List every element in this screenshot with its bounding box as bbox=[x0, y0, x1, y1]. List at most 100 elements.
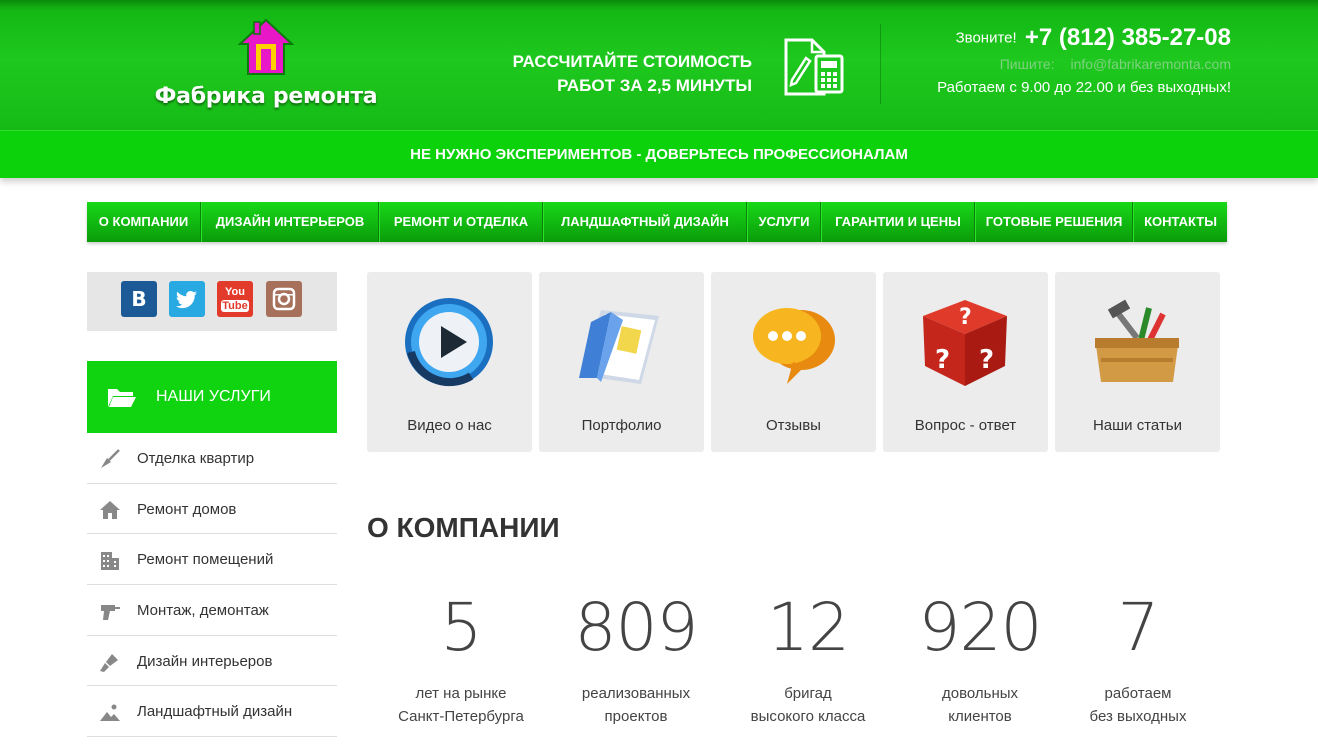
main-nav: О КОМПАНИИ ДИЗАЙН ИНТЕРЬЕРОВ РЕМОНТ И ОТ… bbox=[87, 202, 1227, 242]
stat-caption: довольных клиентов bbox=[894, 682, 1066, 728]
nav-item-solutions[interactable]: ГОТОВЫЕ РЕШЕНИЯ bbox=[975, 202, 1133, 242]
svg-text:?: ? bbox=[935, 345, 950, 375]
header-divider bbox=[880, 24, 881, 104]
stat-caption-line: довольных bbox=[941, 685, 1019, 702]
sidebar-item-installation[interactable]: Монтаж, демонтаж bbox=[87, 585, 337, 636]
tile-portfolio[interactable]: Портфолио bbox=[539, 272, 704, 452]
sidebar-item-label: Отделка квартир bbox=[137, 450, 255, 467]
svg-text:?: ? bbox=[959, 305, 972, 330]
tile-label: Портфолио bbox=[581, 417, 662, 434]
stat-projects: 809 реализованных проектов bbox=[550, 590, 722, 728]
stat-caption-line: без выходных bbox=[1089, 708, 1187, 725]
folder-open-icon bbox=[108, 389, 136, 407]
about-title: О КОМПАНИИ bbox=[367, 512, 560, 543]
stat-caption: бригад высокого класса bbox=[722, 682, 894, 728]
portfolio-folder-icon bbox=[579, 310, 659, 384]
stat-caption-line: проектов bbox=[604, 708, 668, 725]
cost-calculator-link[interactable]: РАССЧИТАЙТЕ СТОИМОСТЬ РАБОТ ЗА 2,5 МИНУТ… bbox=[470, 50, 752, 98]
stat-caption-line: лет на рынке bbox=[415, 685, 507, 702]
email-link[interactable]: info@fabrikaremonta.com bbox=[1070, 56, 1231, 72]
services-list: Отделка квартир Ремонт домов Ремонт поме… bbox=[87, 433, 337, 738]
sidebar-item-interior-design[interactable]: Дизайн интерьеров bbox=[87, 636, 337, 687]
services-title: НАШИ УСЛУГИ bbox=[156, 388, 271, 405]
video-play-icon bbox=[405, 298, 493, 387]
nav-item-prices[interactable]: ГАРАНТИИ И ЦЕНЫ bbox=[821, 202, 975, 242]
stat-value: 5 bbox=[440, 589, 483, 666]
stat-caption-line: Санкт-Петербурга bbox=[398, 708, 524, 725]
stat-value: 12 bbox=[767, 589, 850, 666]
toolbox-icon bbox=[1095, 299, 1179, 382]
sidebar-item-label: Ландшафтный дизайн bbox=[137, 703, 293, 721]
house-icon bbox=[100, 500, 120, 519]
nav-item-renovation[interactable]: РЕМОНТ И ОТДЕЛКА bbox=[379, 202, 543, 242]
write-label: Пишите: bbox=[999, 56, 1055, 72]
trowel-icon bbox=[101, 449, 120, 468]
stat-value: 920 bbox=[918, 589, 1043, 666]
nav-item-services[interactable]: УСЛУГИ bbox=[747, 202, 821, 242]
sidebar-item-landscape-design[interactable]: Ландшафтный дизайн bbox=[87, 686, 337, 738]
nav-item-landscape[interactable]: ЛАНДШАФТНЫЙ ДИЗАЙН bbox=[543, 202, 747, 242]
tile-video[interactable]: Видео о нас bbox=[367, 272, 532, 452]
sidebar-item-label: Ремонт помещений bbox=[137, 551, 274, 569]
working-hours: Работаем с 9.00 до 22.00 и без выходных! bbox=[937, 79, 1231, 96]
svg-text:?: ? bbox=[979, 345, 994, 375]
stat-clients: 920 довольных клиентов bbox=[894, 590, 1066, 728]
landscape-icon bbox=[100, 704, 120, 722]
sidebar-item-apartment-finishing[interactable]: Отделка квартир bbox=[87, 433, 337, 484]
site-logo[interactable]: Фабрика ремонта bbox=[146, 18, 386, 113]
stat-caption-line: реализованных bbox=[581, 685, 691, 702]
tile-label: Вопрос - ответ bbox=[914, 417, 1017, 434]
logo-text: Фабрика ремонта bbox=[154, 84, 378, 109]
stat-years: 5 лет на рынке Санкт-Петербурга bbox=[375, 590, 547, 728]
sidebar-item-label: Монтаж, демонтаж bbox=[137, 602, 269, 620]
stat-value: 809 bbox=[574, 589, 699, 666]
calculator-document-icon[interactable] bbox=[778, 36, 848, 98]
stat-caption-line: бригад bbox=[784, 685, 832, 702]
stat-days: 7 работаем без выходных bbox=[1052, 590, 1224, 728]
social-links: B You Tube bbox=[87, 272, 337, 331]
nav-item-about[interactable]: О КОМПАНИИ bbox=[87, 202, 201, 242]
stat-caption: реализованных проектов bbox=[550, 682, 722, 728]
tile-label: Отзывы bbox=[766, 417, 821, 434]
stat-teams: 12 бригад высокого класса bbox=[722, 590, 894, 728]
tile-reviews[interactable]: Отзывы bbox=[711, 272, 876, 452]
tile-label: Видео о нас bbox=[407, 417, 492, 434]
youtube-tube: Tube bbox=[221, 300, 249, 312]
question-dice-icon: ? ? ? bbox=[923, 300, 1007, 386]
stat-caption-line: клиентов bbox=[948, 708, 1012, 725]
tile-label: Наши статьи bbox=[1092, 417, 1183, 434]
youtube-you: You bbox=[225, 286, 245, 298]
calc-line-1: РАССЧИТАЙТЕ СТОИМОСТЬ bbox=[512, 52, 752, 71]
email-row: Пишите: info@fabrikaremonta.com bbox=[937, 56, 1231, 76]
youtube-icon[interactable]: You Tube bbox=[217, 281, 253, 317]
nav-item-contacts[interactable]: КОНТАКТЫ bbox=[1133, 202, 1227, 242]
stat-caption-line: высокого класса bbox=[750, 708, 866, 725]
sidebar-item-label: Ремонт домов bbox=[137, 500, 237, 518]
calc-line-2: РАБОТ ЗА 2,5 МИНУТЫ bbox=[557, 76, 752, 95]
sidebar-item-premises-renovation[interactable]: Ремонт помещений bbox=[87, 534, 337, 586]
slogan-bar: НЕ НУЖНО ЭКСПЕРИМЕНТОВ - ДОВЕРЬТЕСЬ ПРОФ… bbox=[0, 130, 1318, 178]
reviews-bubble-icon bbox=[753, 308, 835, 384]
site-header: Фабрика ремонта РАССЧИТАЙТЕ СТОИМОСТЬ РА… bbox=[0, 0, 1318, 130]
phone-number[interactable]: +7 (812) 385-27-08 bbox=[1025, 24, 1231, 51]
header-contacts: Звоните! +7 (812) 385-27-08 Пишите: info… bbox=[937, 24, 1231, 96]
feature-tiles: Видео о нас Портфолио Отзывы ? ? ? Вопро… bbox=[367, 272, 1227, 452]
instagram-icon[interactable] bbox=[266, 281, 302, 317]
stat-caption: работаем без выходных bbox=[1052, 682, 1224, 728]
brush-icon bbox=[100, 653, 118, 672]
tile-faq[interactable]: ? ? ? Вопрос - ответ bbox=[883, 272, 1048, 452]
stat-caption-line: работаем bbox=[1104, 685, 1172, 702]
twitter-icon[interactable] bbox=[169, 281, 205, 317]
vk-icon[interactable]: B bbox=[121, 281, 157, 317]
building-icon bbox=[101, 552, 119, 571]
stat-caption: лет на рынке Санкт-Петербурга bbox=[375, 682, 547, 728]
sidebar-item-label: Дизайн интерьеров bbox=[137, 652, 273, 670]
stat-value: 7 bbox=[1117, 589, 1160, 666]
logo-house-icon bbox=[238, 18, 294, 75]
tile-articles[interactable]: Наши статьи bbox=[1055, 272, 1220, 452]
nav-item-interior-design[interactable]: ДИЗАЙН ИНТЕРЬЕРОВ bbox=[201, 202, 379, 242]
call-label: Звоните! bbox=[955, 29, 1017, 47]
drill-icon bbox=[101, 605, 120, 621]
services-header[interactable]: НАШИ УСЛУГИ bbox=[87, 361, 337, 433]
sidebar-item-house-renovation[interactable]: Ремонт домов bbox=[87, 484, 337, 535]
